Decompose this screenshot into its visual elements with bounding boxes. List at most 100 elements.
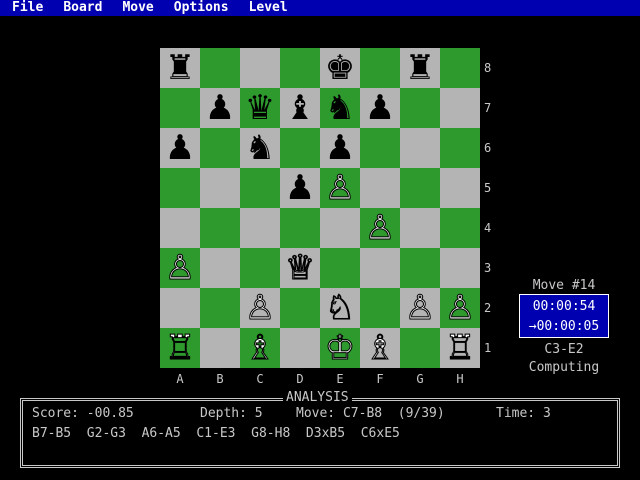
square-c2[interactable]: ♙: [240, 288, 280, 329]
black-pawn-icon[interactable]: ♟: [205, 88, 235, 128]
white-knight-icon[interactable]: ♘: [324, 288, 356, 329]
square-d6[interactable]: [280, 128, 320, 168]
menu-move[interactable]: Move: [114, 0, 161, 16]
square-f3[interactable]: [360, 248, 400, 288]
square-g4[interactable]: [400, 208, 440, 248]
white-bishop-icon[interactable]: ♗: [244, 328, 276, 369]
square-b7[interactable]: ♟: [200, 88, 240, 128]
white-queen-icon[interactable]: ♕: [284, 248, 316, 289]
square-b5[interactable]: [200, 168, 240, 208]
square-e4[interactable]: [320, 208, 360, 248]
square-f1[interactable]: ♗: [360, 328, 400, 369]
square-c6[interactable]: ♞: [240, 128, 280, 168]
square-f2[interactable]: [360, 288, 400, 328]
square-c7[interactable]: ♛: [240, 88, 280, 128]
black-queen-icon[interactable]: ♛: [245, 88, 275, 128]
black-rook-icon[interactable]: ♜: [165, 48, 195, 88]
square-h8[interactable]: [440, 48, 480, 88]
square-g7[interactable]: [400, 88, 440, 128]
square-a6[interactable]: ♟: [160, 128, 200, 168]
square-c8[interactable]: [240, 48, 280, 88]
square-a1[interactable]: ♖: [160, 328, 200, 369]
black-pawn-icon[interactable]: ♟: [285, 168, 315, 208]
analysis-principal-variation: B7-B5 G2-G3 A6-A5 C1-E3 G8-H8 D3xB5 C6xE…: [32, 426, 400, 441]
square-d7[interactable]: ♝: [280, 88, 320, 128]
square-h2[interactable]: ♙: [440, 288, 480, 329]
square-f8[interactable]: [360, 48, 400, 88]
menu-options[interactable]: Options: [166, 0, 237, 16]
black-pawn-icon[interactable]: ♟: [325, 128, 355, 168]
black-knight-icon[interactable]: ♞: [325, 88, 355, 128]
white-pawn-icon[interactable]: ♙: [324, 168, 356, 209]
rank-label-1: 1: [484, 341, 492, 355]
square-d8[interactable]: [280, 48, 320, 88]
square-h4[interactable]: [440, 208, 480, 248]
square-e1[interactable]: ♔: [320, 328, 360, 369]
square-a7[interactable]: [160, 88, 200, 128]
square-a5[interactable]: [160, 168, 200, 208]
black-rook-icon[interactable]: ♜: [405, 48, 435, 88]
square-c3[interactable]: [240, 248, 280, 288]
square-e5[interactable]: ♙: [320, 168, 360, 209]
square-g1[interactable]: [400, 328, 440, 368]
black-king-icon[interactable]: ♚: [325, 48, 355, 88]
square-g5[interactable]: [400, 168, 440, 208]
square-g3[interactable]: [400, 248, 440, 288]
white-pawn-icon[interactable]: ♙: [444, 288, 476, 329]
black-pawn-icon[interactable]: ♟: [365, 88, 395, 128]
black-bishop-icon[interactable]: ♝: [285, 88, 315, 128]
black-knight-icon[interactable]: ♞: [245, 128, 275, 168]
analysis-title: ANALYSIS: [283, 390, 352, 405]
square-b4[interactable]: [200, 208, 240, 248]
white-king-icon[interactable]: ♔: [324, 328, 356, 369]
white-rook-icon[interactable]: ♖: [164, 328, 196, 369]
square-b1[interactable]: [200, 328, 240, 368]
square-e6[interactable]: ♟: [320, 128, 360, 168]
rank-label-3: 3: [484, 261, 492, 275]
white-pawn-icon[interactable]: ♙: [244, 288, 276, 329]
square-d5[interactable]: ♟: [280, 168, 320, 208]
square-e7[interactable]: ♞: [320, 88, 360, 128]
square-h6[interactable]: [440, 128, 480, 168]
square-h1[interactable]: ♖: [440, 328, 480, 369]
square-f7[interactable]: ♟: [360, 88, 400, 128]
black-pawn-icon[interactable]: ♟: [165, 128, 195, 168]
white-bishop-icon[interactable]: ♗: [364, 328, 396, 369]
square-b3[interactable]: [200, 248, 240, 288]
square-b8[interactable]: [200, 48, 240, 88]
square-b2[interactable]: [200, 288, 240, 328]
white-pawn-icon[interactable]: ♙: [364, 208, 396, 249]
square-a3[interactable]: ♙: [160, 248, 200, 289]
square-f4[interactable]: ♙: [360, 208, 400, 249]
square-a2[interactable]: [160, 288, 200, 328]
file-label-f: F: [376, 372, 384, 386]
square-d4[interactable]: [280, 208, 320, 248]
square-g8[interactable]: ♜: [400, 48, 440, 88]
square-c4[interactable]: [240, 208, 280, 248]
square-d3[interactable]: ♕: [280, 248, 320, 289]
square-a4[interactable]: [160, 208, 200, 248]
menu-board[interactable]: Board: [55, 0, 110, 16]
square-e2[interactable]: ♘: [320, 288, 360, 329]
white-pawn-icon[interactable]: ♙: [164, 248, 196, 289]
white-pawn-icon[interactable]: ♙: [404, 288, 436, 329]
square-e8[interactable]: ♚: [320, 48, 360, 88]
white-rook-icon[interactable]: ♖: [444, 328, 476, 369]
square-d2[interactable]: [280, 288, 320, 328]
square-e3[interactable]: [320, 248, 360, 288]
square-b6[interactable]: [200, 128, 240, 168]
square-c5[interactable]: [240, 168, 280, 208]
square-c1[interactable]: ♗: [240, 328, 280, 369]
square-g6[interactable]: [400, 128, 440, 168]
chess-board[interactable]: ♜ ♚ ♜ ♟ ♛ ♝ ♞ ♟ ♟ ♞ ♟ ♟ ♙ ♙ ♙ ♕ ♙ ♘ ♙ ♙ ♖ ♗ ♔ ♗ ♖: [160, 48, 480, 369]
menu-level[interactable]: Level: [241, 0, 296, 16]
square-h5[interactable]: [440, 168, 480, 208]
square-d1[interactable]: [280, 328, 320, 368]
square-h7[interactable]: [440, 88, 480, 128]
square-f6[interactable]: [360, 128, 400, 168]
square-a8[interactable]: ♜: [160, 48, 200, 88]
square-g2[interactable]: ♙: [400, 288, 440, 329]
square-h3[interactable]: [440, 248, 480, 288]
square-f5[interactable]: [360, 168, 400, 208]
menu-file[interactable]: File: [4, 0, 51, 16]
